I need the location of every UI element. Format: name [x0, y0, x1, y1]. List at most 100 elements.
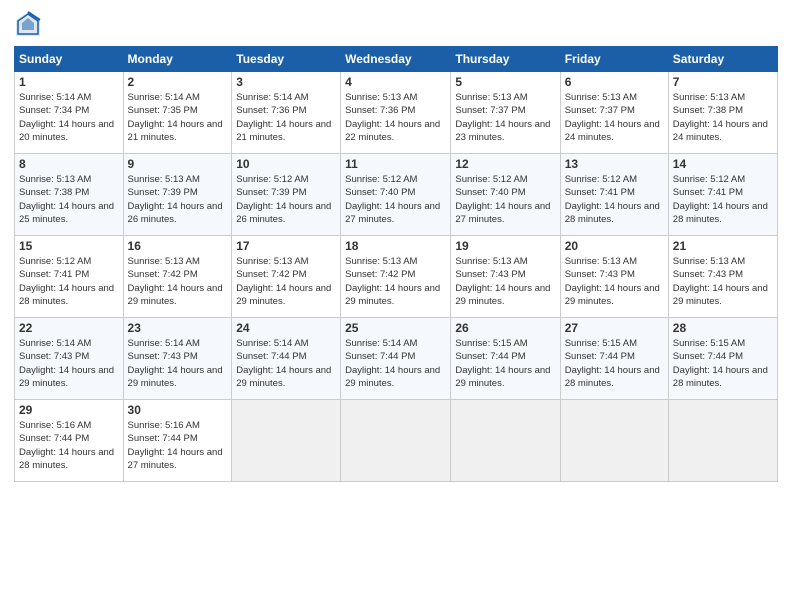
- day-number: 23: [128, 321, 228, 335]
- sunset-label: Sunset: 7:37 PM: [455, 105, 525, 116]
- sunset-label: Sunset: 7:44 PM: [128, 433, 198, 444]
- sunrise-label: Sunrise: 5:14 AM: [128, 92, 200, 103]
- day-info: Sunrise: 5:16 AM Sunset: 7:44 PM Dayligh…: [19, 419, 119, 472]
- col-saturday: Saturday: [668, 47, 777, 72]
- sunrise-label: Sunrise: 5:15 AM: [673, 338, 745, 349]
- calendar-cell: 6 Sunrise: 5:13 AM Sunset: 7:37 PM Dayli…: [560, 72, 668, 154]
- sunrise-label: Sunrise: 5:12 AM: [673, 174, 745, 185]
- calendar-cell: [560, 400, 668, 482]
- daylight-label: Daylight: 14 hours and 28 minutes.: [673, 365, 768, 389]
- sunset-label: Sunset: 7:41 PM: [19, 269, 89, 280]
- week-row-2: 8 Sunrise: 5:13 AM Sunset: 7:38 PM Dayli…: [15, 154, 778, 236]
- day-info: Sunrise: 5:12 AM Sunset: 7:41 PM Dayligh…: [19, 255, 119, 308]
- daylight-label: Daylight: 14 hours and 26 minutes.: [236, 201, 331, 225]
- day-info: Sunrise: 5:13 AM Sunset: 7:39 PM Dayligh…: [128, 173, 228, 226]
- day-number: 19: [455, 239, 555, 253]
- sunrise-label: Sunrise: 5:14 AM: [19, 92, 91, 103]
- daylight-label: Daylight: 14 hours and 24 minutes.: [565, 119, 660, 143]
- day-number: 1: [19, 75, 119, 89]
- sunrise-label: Sunrise: 5:13 AM: [19, 174, 91, 185]
- daylight-label: Daylight: 14 hours and 25 minutes.: [19, 201, 114, 225]
- calendar-cell: 26 Sunrise: 5:15 AM Sunset: 7:44 PM Dayl…: [451, 318, 560, 400]
- calendar-cell: [668, 400, 777, 482]
- day-info: Sunrise: 5:14 AM Sunset: 7:34 PM Dayligh…: [19, 91, 119, 144]
- calendar-cell: 16 Sunrise: 5:13 AM Sunset: 7:42 PM Dayl…: [123, 236, 232, 318]
- calendar-cell: 30 Sunrise: 5:16 AM Sunset: 7:44 PM Dayl…: [123, 400, 232, 482]
- day-number: 14: [673, 157, 773, 171]
- day-info: Sunrise: 5:13 AM Sunset: 7:36 PM Dayligh…: [345, 91, 446, 144]
- daylight-label: Daylight: 14 hours and 28 minutes.: [19, 447, 114, 471]
- calendar-cell: 18 Sunrise: 5:13 AM Sunset: 7:42 PM Dayl…: [341, 236, 451, 318]
- sunset-label: Sunset: 7:44 PM: [565, 351, 635, 362]
- calendar-cell: 2 Sunrise: 5:14 AM Sunset: 7:35 PM Dayli…: [123, 72, 232, 154]
- daylight-label: Daylight: 14 hours and 20 minutes.: [19, 119, 114, 143]
- day-number: 16: [128, 239, 228, 253]
- sunset-label: Sunset: 7:43 PM: [19, 351, 89, 362]
- sunrise-label: Sunrise: 5:15 AM: [455, 338, 527, 349]
- daylight-label: Daylight: 14 hours and 23 minutes.: [455, 119, 550, 143]
- calendar-cell: 4 Sunrise: 5:13 AM Sunset: 7:36 PM Dayli…: [341, 72, 451, 154]
- sunset-label: Sunset: 7:36 PM: [236, 105, 306, 116]
- sunrise-label: Sunrise: 5:13 AM: [455, 92, 527, 103]
- daylight-label: Daylight: 14 hours and 29 minutes.: [19, 365, 114, 389]
- col-monday: Monday: [123, 47, 232, 72]
- day-number: 10: [236, 157, 336, 171]
- day-info: Sunrise: 5:14 AM Sunset: 7:43 PM Dayligh…: [19, 337, 119, 390]
- sunrise-label: Sunrise: 5:14 AM: [19, 338, 91, 349]
- col-thursday: Thursday: [451, 47, 560, 72]
- sunset-label: Sunset: 7:44 PM: [345, 351, 415, 362]
- sunrise-label: Sunrise: 5:13 AM: [236, 256, 308, 267]
- day-info: Sunrise: 5:12 AM Sunset: 7:39 PM Dayligh…: [236, 173, 336, 226]
- week-row-4: 22 Sunrise: 5:14 AM Sunset: 7:43 PM Dayl…: [15, 318, 778, 400]
- calendar-cell: 3 Sunrise: 5:14 AM Sunset: 7:36 PM Dayli…: [232, 72, 341, 154]
- sunset-label: Sunset: 7:38 PM: [19, 187, 89, 198]
- calendar-cell: 9 Sunrise: 5:13 AM Sunset: 7:39 PM Dayli…: [123, 154, 232, 236]
- daylight-label: Daylight: 14 hours and 22 minutes.: [345, 119, 440, 143]
- sunset-label: Sunset: 7:44 PM: [236, 351, 306, 362]
- header: [14, 10, 778, 38]
- sunrise-label: Sunrise: 5:14 AM: [345, 338, 417, 349]
- day-number: 27: [565, 321, 664, 335]
- sunrise-label: Sunrise: 5:12 AM: [345, 174, 417, 185]
- sunrise-label: Sunrise: 5:12 AM: [455, 174, 527, 185]
- day-number: 4: [345, 75, 446, 89]
- day-number: 25: [345, 321, 446, 335]
- day-number: 11: [345, 157, 446, 171]
- day-info: Sunrise: 5:14 AM Sunset: 7:43 PM Dayligh…: [128, 337, 228, 390]
- day-number: 20: [565, 239, 664, 253]
- day-number: 9: [128, 157, 228, 171]
- day-number: 6: [565, 75, 664, 89]
- sunrise-label: Sunrise: 5:13 AM: [673, 92, 745, 103]
- sunset-label: Sunset: 7:37 PM: [565, 105, 635, 116]
- sunset-label: Sunset: 7:44 PM: [673, 351, 743, 362]
- day-info: Sunrise: 5:14 AM Sunset: 7:44 PM Dayligh…: [236, 337, 336, 390]
- sunrise-label: Sunrise: 5:13 AM: [565, 256, 637, 267]
- day-info: Sunrise: 5:13 AM Sunset: 7:37 PM Dayligh…: [565, 91, 664, 144]
- calendar-cell: 11 Sunrise: 5:12 AM Sunset: 7:40 PM Dayl…: [341, 154, 451, 236]
- calendar-cell: 10 Sunrise: 5:12 AM Sunset: 7:39 PM Dayl…: [232, 154, 341, 236]
- day-info: Sunrise: 5:13 AM Sunset: 7:38 PM Dayligh…: [19, 173, 119, 226]
- day-info: Sunrise: 5:13 AM Sunset: 7:37 PM Dayligh…: [455, 91, 555, 144]
- daylight-label: Daylight: 14 hours and 29 minutes.: [236, 365, 331, 389]
- sunrise-label: Sunrise: 5:12 AM: [236, 174, 308, 185]
- calendar-cell: [232, 400, 341, 482]
- calendar-cell: 25 Sunrise: 5:14 AM Sunset: 7:44 PM Dayl…: [341, 318, 451, 400]
- calendar-cell: 19 Sunrise: 5:13 AM Sunset: 7:43 PM Dayl…: [451, 236, 560, 318]
- day-info: Sunrise: 5:12 AM Sunset: 7:41 PM Dayligh…: [565, 173, 664, 226]
- calendar-cell: 15 Sunrise: 5:12 AM Sunset: 7:41 PM Dayl…: [15, 236, 124, 318]
- day-info: Sunrise: 5:15 AM Sunset: 7:44 PM Dayligh…: [673, 337, 773, 390]
- calendar-cell: 5 Sunrise: 5:13 AM Sunset: 7:37 PM Dayli…: [451, 72, 560, 154]
- daylight-label: Daylight: 14 hours and 29 minutes.: [455, 283, 550, 307]
- calendar-cell: 27 Sunrise: 5:15 AM Sunset: 7:44 PM Dayl…: [560, 318, 668, 400]
- calendar-cell: 22 Sunrise: 5:14 AM Sunset: 7:43 PM Dayl…: [15, 318, 124, 400]
- sunrise-label: Sunrise: 5:15 AM: [565, 338, 637, 349]
- day-info: Sunrise: 5:12 AM Sunset: 7:40 PM Dayligh…: [455, 173, 555, 226]
- day-number: 12: [455, 157, 555, 171]
- daylight-label: Daylight: 14 hours and 24 minutes.: [673, 119, 768, 143]
- sunset-label: Sunset: 7:36 PM: [345, 105, 415, 116]
- day-number: 8: [19, 157, 119, 171]
- day-info: Sunrise: 5:13 AM Sunset: 7:42 PM Dayligh…: [128, 255, 228, 308]
- calendar-cell: 20 Sunrise: 5:13 AM Sunset: 7:43 PM Dayl…: [560, 236, 668, 318]
- day-number: 3: [236, 75, 336, 89]
- day-info: Sunrise: 5:14 AM Sunset: 7:35 PM Dayligh…: [128, 91, 228, 144]
